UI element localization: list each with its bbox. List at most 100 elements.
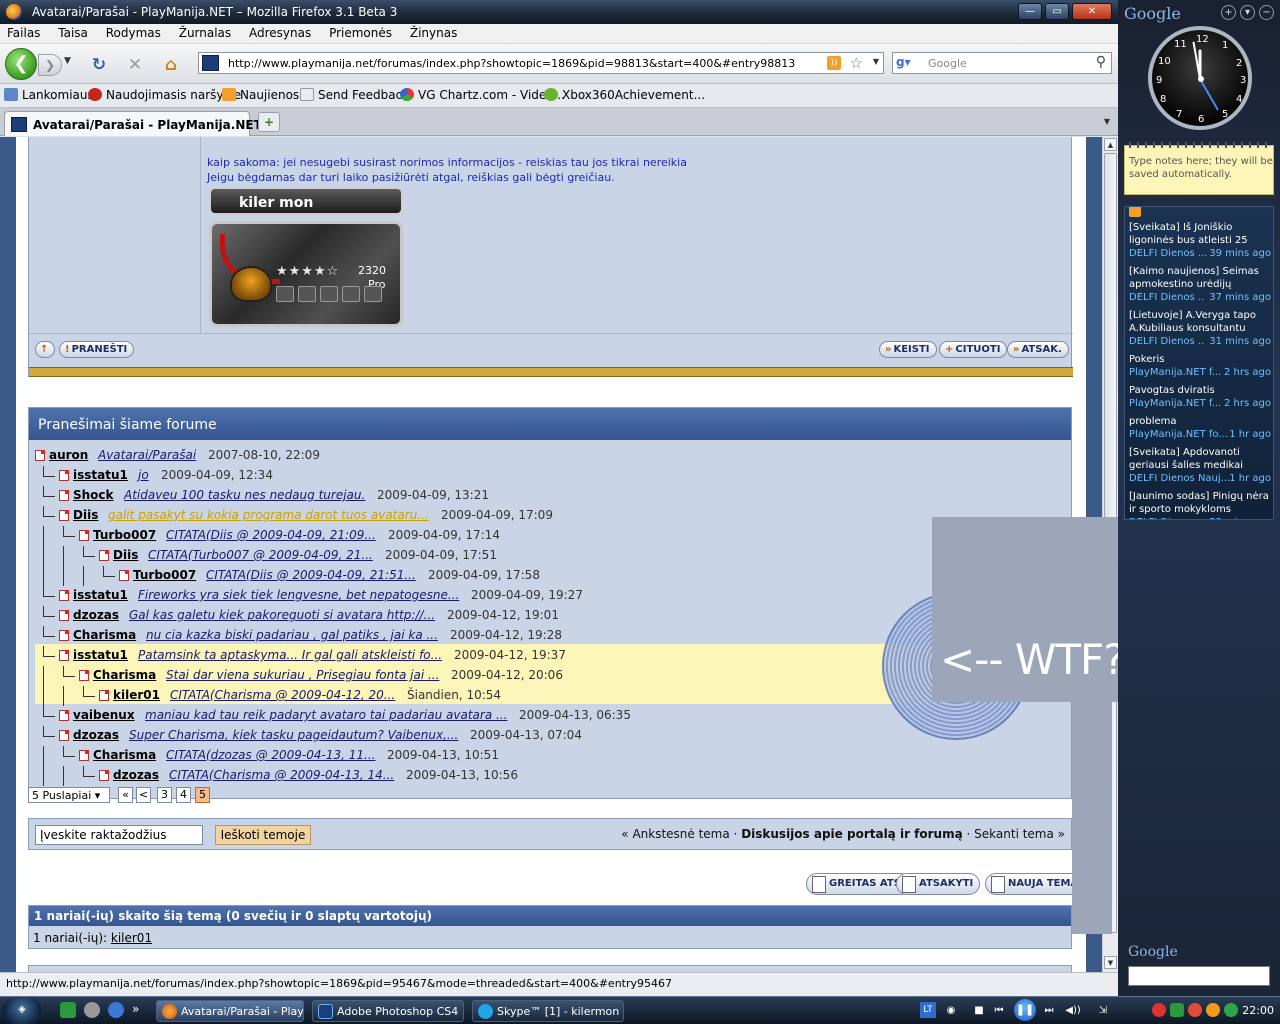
bookmark-send-feedback[interactable]: Send Feedback	[300, 88, 409, 102]
tray-network-icon[interactable]	[1224, 1003, 1238, 1017]
menu-view[interactable]: Rodymas	[99, 24, 168, 42]
menu-history[interactable]: Žurnalas	[172, 24, 238, 42]
thread-row-title[interactable]: galit pasakyt su kokia programa darot tu…	[108, 508, 429, 522]
thread-row-title[interactable]: CITATA(Diis @ 2009-04-09, 21:09...	[166, 528, 376, 542]
thread-row-title[interactable]: Stai dar viena sukuriau , Prisegiau font…	[166, 668, 439, 682]
volume-icon[interactable]: ◀))	[1064, 1002, 1082, 1019]
url-bar[interactable]: http://www.playmanija.net/forumas/index.…	[198, 52, 884, 74]
menu-file[interactable]: Failas	[0, 24, 47, 42]
edit-button[interactable]: » KEISTI	[879, 341, 937, 358]
tray-shield-icon[interactable]	[1152, 1003, 1166, 1017]
add-gadget-icon[interactable]: +	[1221, 5, 1236, 20]
pages-dropdown[interactable]: 5 Puslapiai ▾	[28, 787, 110, 803]
tab-active[interactable]: Avatarai/Parašai - PlayManija.NET	[4, 111, 262, 136]
google-search-gadget-input[interactable]	[1128, 966, 1270, 986]
thread-row-title[interactable]: maniau kad tau reik padaryt avataro tai …	[145, 708, 507, 722]
notes-gadget[interactable]: Type notes here; they will be saved auto…	[1124, 142, 1274, 195]
page-3-button[interactable]: 3	[157, 787, 172, 803]
google-engine-icon[interactable]: g▾	[896, 55, 922, 71]
reload-icon[interactable]: ↻	[88, 54, 110, 76]
rss-icon[interactable]: ))	[827, 56, 841, 70]
thread-row-user[interactable]: Shock	[73, 488, 114, 502]
minimize-button[interactable]: —	[1018, 3, 1042, 20]
feed-item[interactable]: [Jaunimo sodas] Pinigų nėra ir sporto mo…	[1129, 490, 1273, 519]
thread-row-user[interactable]: dzozas	[113, 768, 159, 782]
bookmark-latest-headlines[interactable]: Naujienos	[222, 88, 299, 102]
thread-row-title[interactable]: Avatarai/Parašai	[98, 448, 196, 462]
thread-row-title[interactable]: Atidaveu 100 tasku nes nedaug turejau.	[124, 488, 365, 502]
scroll-top-button[interactable]: ↑	[35, 341, 56, 358]
thread-row-user[interactable]: isstatu1	[73, 468, 128, 482]
next-topic-link[interactable]: · Sekanti tema »	[967, 827, 1065, 841]
stop-media-icon[interactable]: ■	[970, 1002, 988, 1019]
maximize-button[interactable]: ▭	[1045, 3, 1069, 20]
search-bar[interactable]: g▾ Google ⚲	[892, 52, 1112, 74]
feed-item[interactable]: Pavogtas dviratis PlayManija.NET f... 2 hr…	[1129, 384, 1273, 410]
taskbar-firefox[interactable]: Avatarai/Parašai - Play...	[156, 1000, 304, 1022]
scroll-down-icon[interactable]: ▼	[1104, 956, 1117, 969]
url-dropdown-icon[interactable]: ▼	[873, 57, 879, 66]
language-indicator[interactable]: LT	[920, 1002, 936, 1018]
prev-page-button[interactable]: <	[136, 787, 151, 803]
bookmark-most-visited[interactable]: Lankomiausi	[4, 88, 97, 102]
close-button[interactable]: ✕	[1072, 3, 1112, 20]
thread-row-user[interactable]: auron	[49, 448, 88, 462]
search-icon[interactable]: ⚲	[1096, 54, 1106, 70]
thread-row-title[interactable]: jo	[138, 468, 149, 482]
tray-app-icon[interactable]	[1170, 1003, 1184, 1017]
first-page-button[interactable]: «	[118, 787, 133, 803]
thread-row-user[interactable]: isstatu1	[73, 588, 128, 602]
thread-row-title[interactable]: Gal kas galetu kiek pakoreguoti si avata…	[129, 608, 435, 622]
thread-row-user[interactable]: Charisma	[93, 668, 156, 682]
media-expand-icon[interactable]: ⇲	[1094, 1002, 1112, 1019]
taskbar-clock[interactable]: 22:00	[1242, 1004, 1274, 1017]
page-4-button[interactable]: 4	[176, 787, 191, 803]
taskbar-skype[interactable]: Skype™ [1] - kilermon	[472, 1000, 624, 1022]
thread-row-user[interactable]: Turbo007	[93, 528, 156, 542]
feed-item[interactable]: [Sveikata] Apdovanoti geriausi šalies me…	[1129, 446, 1273, 485]
home-icon[interactable]: ⌂	[160, 54, 182, 76]
quicklaunch-app-icon[interactable]	[60, 1002, 76, 1018]
start-button[interactable]: ◈	[2, 998, 42, 1024]
thread-row-user[interactable]: isstatu1	[73, 648, 128, 662]
bookmark-getting-started[interactable]: Naudojimasis naršykle	[88, 88, 241, 102]
quote-button[interactable]: + CITUOTI	[939, 341, 1008, 358]
menu-tools[interactable]: Priemonės	[322, 24, 399, 42]
bookmark-star-icon[interactable]: ☆	[850, 54, 863, 72]
history-dropdown-icon[interactable]: ▼	[64, 56, 71, 66]
media-player-icon[interactable]: ◉	[942, 1002, 960, 1019]
bookmark-xbox360achievements[interactable]: Xbox360Achievement...	[544, 88, 705, 102]
thread-row-title[interactable]: Patamsink ta aptaskyma... Ir gal gali at…	[138, 648, 442, 662]
thread-row-user[interactable]: dzozas	[73, 608, 119, 622]
new-topic-button[interactable]: NAUJA TEMA	[985, 873, 1086, 895]
quicklaunch-more-icon[interactable]: »	[132, 1002, 148, 1018]
thread-row-title[interactable]: CITATA(Charisma @ 2009-04-13, 14...	[169, 768, 394, 782]
tray-alert-icon[interactable]	[1188, 1003, 1202, 1017]
menu-bookmarks[interactable]: Adresynas	[242, 24, 318, 42]
sidebar-collapse-icon[interactable]: −	[1259, 5, 1274, 20]
forum-link[interactable]: Diskusijos apie portalą ir forumą	[741, 827, 963, 841]
feed-item[interactable]: [Lietuvoje] A.Veryga tapo A.Kubiliaus ko…	[1129, 309, 1273, 348]
thread-row-user[interactable]: vaibenux	[73, 708, 135, 722]
member-link[interactable]: kiler01	[111, 931, 152, 945]
menu-help[interactable]: Žinynas	[403, 24, 464, 42]
topic-search-input[interactable]: Įveskite raktažodžius	[35, 825, 203, 845]
pause-icon[interactable]: ❚❚	[1014, 999, 1036, 1021]
feed-item[interactable]: [Sveikata] Iš Joniškio ligoninės bus atl…	[1129, 221, 1273, 260]
page-5-current[interactable]: 5	[195, 787, 210, 803]
forward-button[interactable]: ❯	[38, 54, 62, 76]
thread-row-user[interactable]: kiler01	[113, 688, 160, 702]
new-tab-button[interactable]: +	[258, 112, 280, 132]
feed-item[interactable]: problema PlayManija.NET fo... 1 hr ago	[1129, 415, 1273, 441]
thread-row-user[interactable]: Charisma	[73, 628, 136, 642]
next-track-icon[interactable]: ⏭	[1040, 1002, 1058, 1019]
previous-topic-link[interactable]: « Ankstesnė tema ·	[621, 827, 737, 841]
thread-row-title[interactable]: nu cia kazka biski padariau , gal patiks…	[146, 628, 438, 642]
feed-item[interactable]: Pokeris PlayManija.NET f... 2 hrs ago	[1129, 353, 1273, 379]
internet-explorer-icon[interactable]	[108, 1002, 124, 1018]
thread-row-title[interactable]: Fireworks yra siek tiek lengvesne, bet n…	[138, 588, 459, 602]
topic-search-button[interactable]: Ieškoti temoje	[215, 825, 311, 845]
menu-edit[interactable]: Taisa	[51, 24, 95, 42]
thread-row-title[interactable]: CITATA(Charisma @ 2009-04-12, 20...	[170, 688, 395, 702]
thread-row-title[interactable]: CITATA(Diis @ 2009-04-09, 21:51...	[206, 568, 416, 582]
